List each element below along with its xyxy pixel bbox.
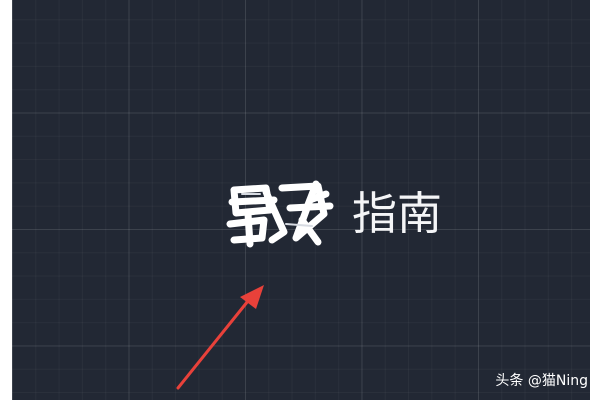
scribbled-out-text bbox=[226, 180, 334, 248]
cad-text-label: 指南 bbox=[352, 187, 443, 240]
cad-text-object[interactable]: 指南 bbox=[226, 180, 486, 250]
source-watermark: 头条 @猫Ning bbox=[495, 373, 588, 389]
cad-drawing-canvas[interactable]: 指南 bbox=[12, 0, 590, 400]
screenshot: 指南 头条 @猫Ning bbox=[0, 0, 600, 400]
